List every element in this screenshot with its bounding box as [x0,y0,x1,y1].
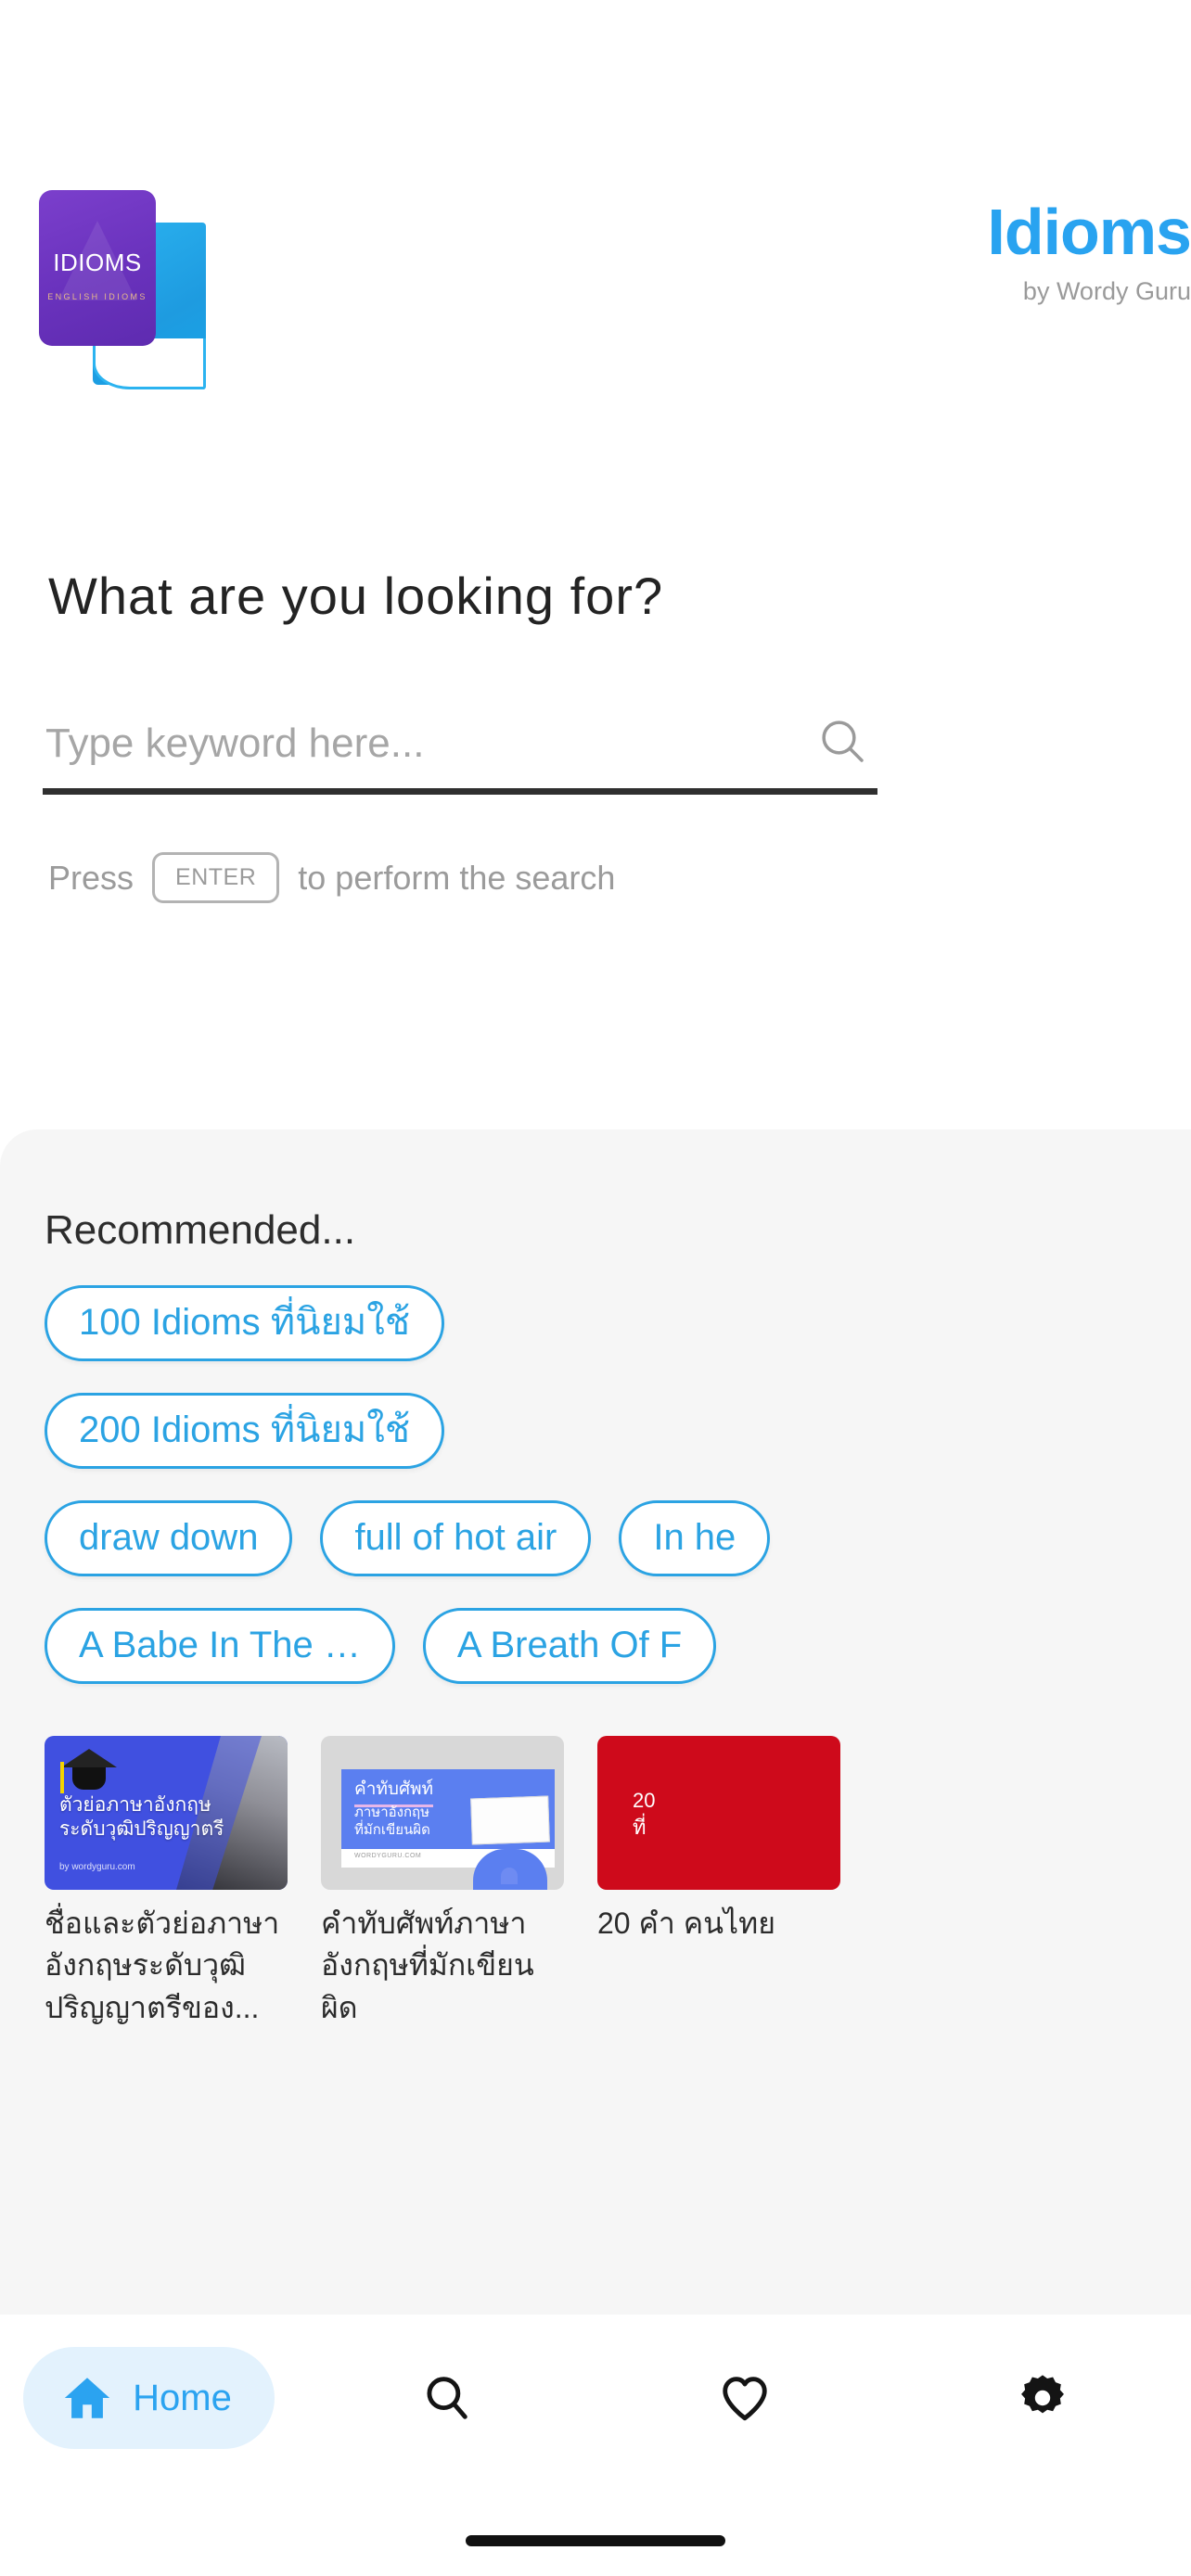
nav-item-search[interactable] [298,2344,596,2452]
enter-key-badge: ENTER [152,852,280,903]
search-hint: Press ENTER to perform the search [48,852,1191,903]
nav-item-home-label: Home [133,2377,232,2418]
logo-wordmark: IDIOMS [53,249,142,276]
nav-item-settings[interactable] [893,2344,1191,2452]
thumb-text: ระดับวุฒิปริญญาตรี [59,1818,224,1841]
chip-row-3: draw down full of hot air In he [0,1500,1191,1576]
person-head-illustration [501,1868,518,1884]
thumb-text: 20 [633,1789,656,1812]
nav-item-home[interactable]: Home [23,2347,275,2449]
recommended-chip[interactable]: A Breath Of F [422,1608,717,1684]
nav-item-favorites[interactable] [596,2344,893,2452]
home-icon [64,2378,110,2418]
app-screen: IDIOMS ENGLISH IDIOMS Idioms by Wordy Gu… [0,0,1191,2576]
thumb-text: ภาษาอังกฤษ [354,1804,430,1820]
recommended-title: Recommended... [45,1207,356,1253]
gear-icon[interactable] [1016,2371,1069,2425]
search-heading: What are you looking for? [48,567,664,625]
app-title: Idioms [987,196,1191,268]
logo-card: IDIOMS ENGLISH IDIOMS [39,190,156,346]
search-icon[interactable] [420,2371,474,2425]
logo-book-page [93,338,206,389]
app-header: IDIOMS ENGLISH IDIOMS Idioms by Wordy Gu… [0,0,1191,399]
thumb-title-line1: คำทับศัพท์ [354,1775,434,1807]
recommended-panel: Recommended... 100 Idioms ที่นิยมใช้ 200… [0,1129,1191,2315]
held-sign-illustration [470,1795,550,1845]
graduation-cap-icon [61,1749,117,1767]
chip-row-1: 100 Idioms ที่นิยมใช้ [0,1285,1191,1361]
article-card[interactable]: 20 ที่ 20 คำ คนไทย [597,1736,840,2029]
search-input[interactable] [45,709,778,778]
article-caption: ชื่อและตัวย่อภาษาอังกฤษระดับวุฒิปริญญาตร… [45,1906,280,2024]
thumb-title-line1: 20 ที่ [633,1788,655,1841]
article-caption: 20 คำ คนไทย [597,1906,775,1940]
recommended-chip[interactable]: 200 Idioms ที่นิยมใช้ [45,1393,444,1469]
thumb-title-line1: ตัวย่อภาษาอังกฤษ ระดับวุฒิปริญญาตรี [59,1793,224,1843]
article-card-row: ตัวย่อภาษาอังกฤษ ระดับวุฒิปริญญาตรี by w… [0,1736,1191,2029]
nav-slot-home[interactable]: Home [0,2344,298,2452]
chip-row-4: A Babe In The … A Breath Of F [0,1608,1191,1684]
graduation-tassel-icon [60,1762,64,1793]
article-caption: คำทับศัพท์ภาษาอังกฤษที่มักเขียนผิด [321,1906,534,2024]
heart-icon[interactable] [718,2371,772,2425]
thumb-credit: by wordyguru.com [59,1862,135,1872]
chip-row-2: 200 Idioms ที่นิยมใช้ [0,1393,1191,1469]
recommended-chip[interactable]: 100 Idioms ที่นิยมใช้ [45,1285,444,1361]
search-section: What are you looking for? Press ENTER to… [0,566,1191,903]
article-thumbnail: 20 ที่ [597,1736,840,1890]
app-logo: IDIOMS ENGLISH IDIOMS [39,190,224,389]
graduation-cap-base-icon [72,1767,106,1790]
thumb-text: ตัวย่อภาษาอังกฤษ [59,1794,211,1816]
thumb-text: ที่มักเขียนผิด [354,1821,430,1838]
thumb-text: ที่ [633,1815,647,1839]
search-hint-before: Press [48,858,134,897]
article-thumbnail: ตัวย่อภาษาอังกฤษ ระดับวุฒิปริญญาตรี by w… [45,1736,288,1890]
search-field-row[interactable] [43,709,877,795]
recommended-chip[interactable]: A Babe In The … [45,1608,395,1684]
article-thumbnail: คำทับศัพท์ ภาษาอังกฤษ ที่มักเขียนผิด WOR… [321,1736,564,1890]
logo-tagline: ENGLISH IDIOMS [47,292,147,301]
thumb-title-line2: ภาษาอังกฤษ ที่มักเขียนผิด [354,1804,430,1840]
home-indicator [466,2535,725,2546]
thumb-credit: WORDYGURU.COM [354,1853,422,1859]
brand-block: Idioms by Wordy Guru [672,199,1191,306]
app-byline: by Wordy Guru [1022,277,1191,305]
article-card[interactable]: คำทับศัพท์ ภาษาอังกฤษ ที่มักเขียนผิด WOR… [321,1736,564,2029]
recommended-chip[interactable]: draw down [45,1500,293,1576]
search-icon[interactable] [816,715,868,767]
recommended-chip[interactable]: full of hot air [320,1500,592,1576]
article-card[interactable]: ตัวย่อภาษาอังกฤษ ระดับวุฒิปริญญาตรี by w… [45,1736,288,2029]
search-hint-after: to perform the search [298,858,616,897]
recommended-chip[interactable]: In he [619,1500,771,1576]
